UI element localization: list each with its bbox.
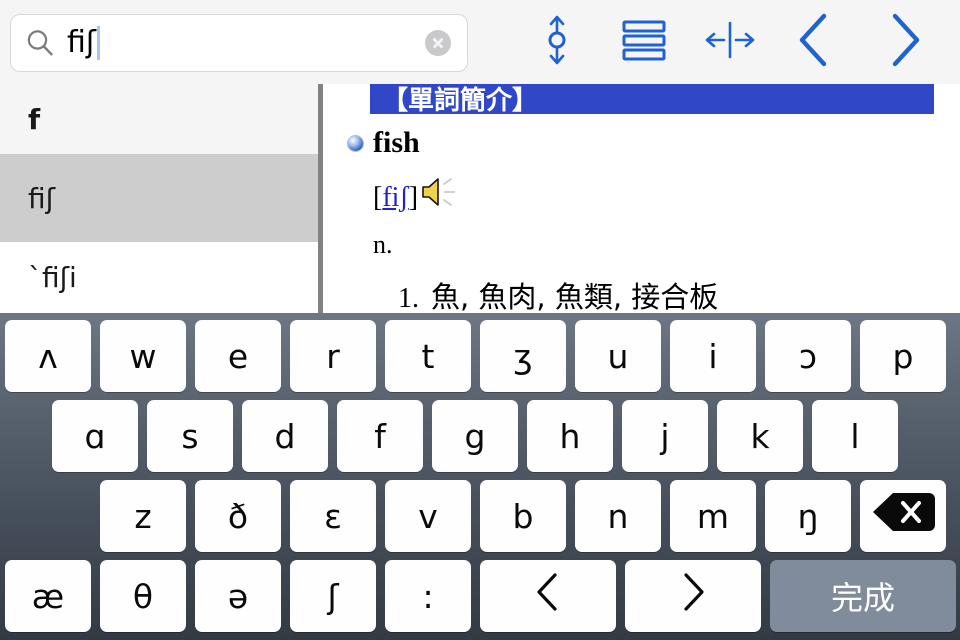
list-view-icon — [618, 14, 670, 71]
key-v[interactable]: v — [385, 480, 471, 552]
key-schwa[interactable]: ə — [195, 560, 281, 632]
key-g[interactable]: g — [432, 400, 518, 472]
part-of-speech: n. — [373, 230, 393, 259]
back-button[interactable] — [785, 11, 847, 73]
key-esh[interactable]: ʃ — [290, 560, 376, 632]
key-eth[interactable]: ð — [195, 480, 281, 552]
entry-content-panel: 【單詞簡介】 fish [fiʃ] n. 1. 魚, 魚肉, 魚類, 接合板 — [323, 84, 960, 313]
key-d[interactable]: d — [242, 400, 328, 472]
ipa-keyboard: ʌ w e r t ʒ u i ɔ p ɑ s d f g h j k l z … — [0, 313, 960, 640]
key-r[interactable]: r — [290, 320, 376, 392]
key-theta[interactable]: θ — [100, 560, 186, 632]
search-input-value: fiʃ — [67, 25, 96, 60]
forward-button[interactable] — [872, 11, 934, 73]
word-suggestion-list: f fiʃ `fiʃi — [0, 84, 318, 313]
key-epsilon[interactable]: ɛ — [290, 480, 376, 552]
key-cursor-right[interactable] — [625, 560, 761, 632]
toolbar — [500, 0, 960, 84]
bracket-open: [ — [373, 181, 383, 213]
key-k[interactable]: k — [717, 400, 803, 472]
left-chevron-icon — [530, 569, 566, 624]
pronunciation-text[interactable]: [fiʃ] — [373, 181, 419, 213]
dictionary-app-screen: f i ʃ f fiʃ `fiʃi 【單詞簡介】 fish [fiʃ] n. 1. … — [0, 0, 960, 640]
keyboard-row-3: z ð ɛ v b n m ŋ — [0, 480, 960, 552]
key-e[interactable]: e — [195, 320, 281, 392]
key-f[interactable]: f — [337, 400, 423, 472]
key-i[interactable]: i — [670, 320, 756, 392]
entry-banner: 【單詞簡介】 — [370, 84, 934, 114]
right-chevron-icon — [675, 569, 711, 624]
keyboard-row-1: ʌ w e r t ʒ u i ɔ p — [0, 320, 960, 392]
list-item-selected[interactable]: fiʃ — [0, 154, 318, 242]
clear-search-button[interactable] — [425, 30, 451, 56]
keyboard-row-4: æ θ ə ʃ : 完成 — [0, 560, 960, 632]
key-l[interactable]: l — [812, 400, 898, 472]
key-u[interactable]: u — [575, 320, 661, 392]
list-item-label: `fiʃi — [28, 261, 77, 294]
text-caret — [96, 26, 100, 60]
main-area: f fiʃ `fiʃi 【單詞簡介】 fish [fiʃ] n. 1. 魚, 魚… — [0, 84, 960, 313]
key-ezh[interactable]: ʒ — [480, 320, 566, 392]
sense-text: 魚, 魚肉, 魚類, 接合板 — [431, 280, 719, 313]
horizontal-split-button[interactable] — [699, 11, 761, 73]
key-cursor-left[interactable] — [480, 560, 616, 632]
key-caret-turned-v[interactable]: ʌ — [5, 320, 91, 392]
sphere-bullet-icon — [348, 135, 363, 151]
list-item[interactable]: `fiʃi — [0, 242, 318, 313]
search-icon — [25, 28, 55, 58]
vertical-resize-icon — [535, 12, 579, 73]
sense-number: 1. — [398, 283, 419, 313]
key-h[interactable]: h — [527, 400, 613, 472]
speaker-icon[interactable] — [420, 175, 462, 214]
key-ae[interactable]: æ — [5, 560, 91, 632]
key-eng[interactable]: ŋ — [765, 480, 851, 552]
entry-headword: fish — [373, 126, 420, 159]
key-b[interactable]: b — [480, 480, 566, 552]
key-n[interactable]: n — [575, 480, 661, 552]
key-j[interactable]: j — [622, 400, 708, 472]
back-chevron-icon — [793, 10, 839, 75]
pronunciation-row: [fiʃ] — [373, 178, 462, 214]
key-length-mark[interactable]: : — [385, 560, 471, 632]
bracket-close: ] — [408, 181, 419, 213]
entry-headword-row: fish — [348, 128, 420, 158]
key-t[interactable]: t — [385, 320, 471, 392]
key-open-o[interactable]: ɔ — [765, 320, 851, 392]
pronunciation-link[interactable]: fiʃ — [382, 182, 408, 213]
backspace-icon — [871, 489, 935, 543]
key-s[interactable]: s — [147, 400, 233, 472]
keyboard-row-2: ɑ s d f g h j k l — [0, 400, 960, 472]
top-bar: fiʃ — [0, 0, 960, 84]
key-w[interactable]: w — [100, 320, 186, 392]
horizontal-split-icon — [702, 15, 758, 70]
list-view-button[interactable] — [613, 11, 675, 73]
key-z[interactable]: z — [100, 480, 186, 552]
key-p[interactable]: p — [860, 320, 946, 392]
search-input[interactable]: fiʃ — [67, 15, 425, 71]
key-m[interactable]: m — [670, 480, 756, 552]
sense-item: 1. 魚, 魚肉, 魚類, 接合板 — [398, 274, 718, 313]
key-done[interactable]: 完成 — [770, 560, 956, 632]
forward-chevron-icon — [880, 10, 926, 75]
list-item-label: fiʃ — [28, 181, 56, 215]
vertical-resize-button[interactable] — [526, 11, 588, 73]
list-item[interactable]: f — [0, 84, 318, 154]
key-script-a[interactable]: ɑ — [52, 400, 138, 472]
list-item-label: f — [28, 102, 41, 136]
key-backspace[interactable] — [860, 480, 946, 552]
search-box[interactable]: fiʃ — [10, 14, 468, 72]
